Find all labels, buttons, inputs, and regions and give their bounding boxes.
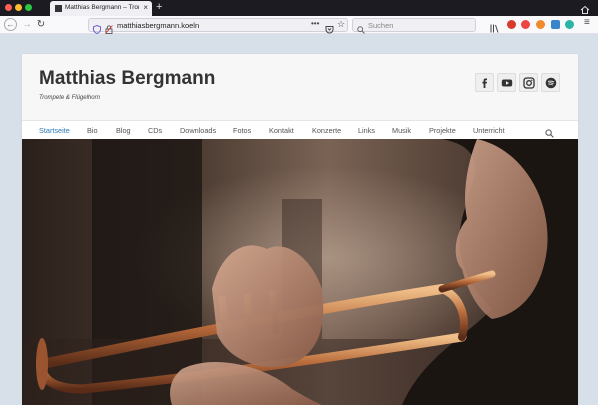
browser-titlebar: Matthias Bergmann – Trompete & Flügelhor…	[0, 0, 598, 16]
nav-item-unterricht[interactable]: Unterricht	[473, 126, 505, 135]
spotify-icon[interactable]	[541, 73, 560, 92]
browser-tab[interactable]: Matthias Bergmann – Trompete & Flügelhor…	[50, 1, 152, 16]
nav-item-projekte[interactable]: Projekte	[429, 126, 456, 135]
bookmark-star-icon[interactable]: ☆	[337, 19, 345, 30]
instagram-icon[interactable]	[519, 73, 538, 92]
reload-button[interactable]: ↻	[34, 18, 48, 32]
hamburger-menu-icon[interactable]: ≡	[584, 17, 590, 28]
facebook-icon[interactable]	[475, 73, 494, 92]
site-title[interactable]: Matthias Bergmann	[39, 68, 215, 90]
url-bar[interactable]: matthiasbergmann.koeln ••• ☆	[88, 18, 348, 35]
library-icon[interactable]	[490, 20, 499, 33]
nav-item-blog[interactable]: Blog	[116, 126, 131, 135]
back-button[interactable]: ←	[4, 18, 17, 31]
nav-item-startseite[interactable]: Startseite	[39, 126, 70, 135]
extension-blue-icon[interactable]	[551, 20, 560, 29]
extension-abp-icon[interactable]	[521, 20, 530, 29]
tab-close-icon[interactable]: ×	[143, 3, 148, 13]
extension-orange-icon[interactable]	[536, 20, 545, 29]
site-header: Matthias Bergmann Trompete & Flügelhorn	[22, 54, 578, 120]
site-tagline: Trompete & Flügelhorn	[39, 95, 100, 101]
site-container: Matthias Bergmann Trompete & Flügelhorn …	[22, 54, 578, 405]
nav-item-kontakt[interactable]: Kontakt	[269, 126, 294, 135]
extension-ublock-icon[interactable]	[507, 20, 516, 29]
forward-button[interactable]: →	[20, 18, 34, 32]
main-navigation: Startseite Bio Blog CDs Downloads Fotos …	[22, 120, 578, 138]
nav-item-musik[interactable]: Musik	[392, 126, 411, 135]
minimize-window-button[interactable]	[15, 4, 22, 11]
nav-item-cds[interactable]: CDs	[148, 126, 162, 135]
nav-item-links[interactable]: Links	[358, 126, 375, 135]
nav-item-bio[interactable]: Bio	[87, 126, 98, 135]
url-text: matthiasbergmann.koeln	[117, 21, 200, 30]
nav-item-fotos[interactable]: Fotos	[233, 126, 251, 135]
nav-item-konzerte[interactable]: Konzerte	[312, 126, 341, 135]
page-actions-icon[interactable]: •••	[311, 19, 319, 28]
site-favicon-icon	[55, 5, 62, 12]
extension-teal-icon[interactable]	[565, 20, 574, 29]
page-viewport: Matthias Bergmann Trompete & Flügelhorn …	[0, 35, 598, 405]
search-bar[interactable]: Suchen	[352, 18, 476, 34]
nav-item-downloads[interactable]: Downloads	[180, 126, 216, 135]
tab-title: Matthias Bergmann – Trompete & Flügelhor…	[65, 4, 139, 11]
zoom-window-button[interactable]	[25, 4, 32, 11]
search-placeholder: Suchen	[368, 21, 394, 30]
browser-toolbar: ← → ↻ matthiasbergmann.koeln ••• ☆ Suche…	[0, 16, 598, 35]
new-tab-button[interactable]: +	[156, 1, 162, 14]
youtube-icon[interactable]	[497, 73, 516, 92]
close-window-button[interactable]	[5, 4, 12, 11]
hero-image-trumpet-player	[22, 139, 578, 405]
